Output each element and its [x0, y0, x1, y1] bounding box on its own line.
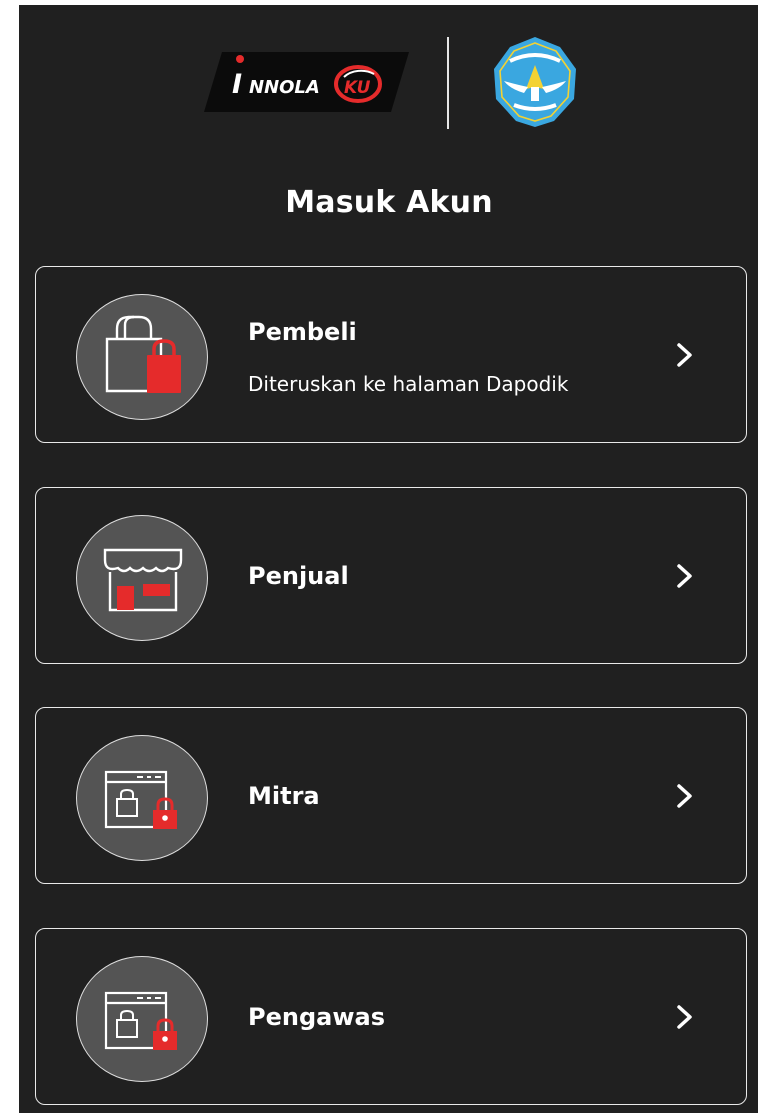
card-title: Penjual [248, 562, 349, 590]
header-logos: I NNOLA KU [19, 5, 758, 165]
role-card-penjual[interactable]: Penjual [35, 487, 747, 664]
svg-text:I: I [232, 69, 242, 100]
browser-bag-lock-icon [76, 735, 208, 861]
innolaku-logo: I NNOLA KU [204, 52, 409, 112]
storefront-icon [76, 515, 208, 641]
chevron-right-icon [677, 1005, 692, 1029]
role-card-mitra[interactable]: Mitra [35, 707, 747, 884]
logo-divider [447, 37, 449, 129]
chevron-right-icon [677, 564, 692, 588]
role-card-pengawas[interactable]: Pengawas [35, 928, 747, 1105]
svg-text:NNOLA: NNOLA [249, 77, 320, 98]
chevron-right-icon [677, 343, 692, 367]
card-title: Pengawas [248, 1003, 385, 1031]
card-subtitle: Diteruskan ke halaman Dapodik [248, 372, 569, 396]
shopping-bag-lock-icon [76, 294, 208, 420]
svg-text:KU: KU [344, 78, 371, 98]
chevron-right-icon [677, 784, 692, 808]
card-title: Mitra [248, 782, 320, 810]
kemdikbud-emblem [494, 37, 576, 127]
role-card-pembeli[interactable]: Pembeli Diteruskan ke halaman Dapodik [35, 266, 747, 443]
login-panel: I NNOLA KU Masuk Akun Pembeli Diteruskan… [19, 5, 758, 1113]
page-title: Masuk Akun [285, 185, 493, 220]
browser-bag-lock-icon [76, 956, 208, 1082]
card-title: Pembeli [248, 318, 357, 346]
